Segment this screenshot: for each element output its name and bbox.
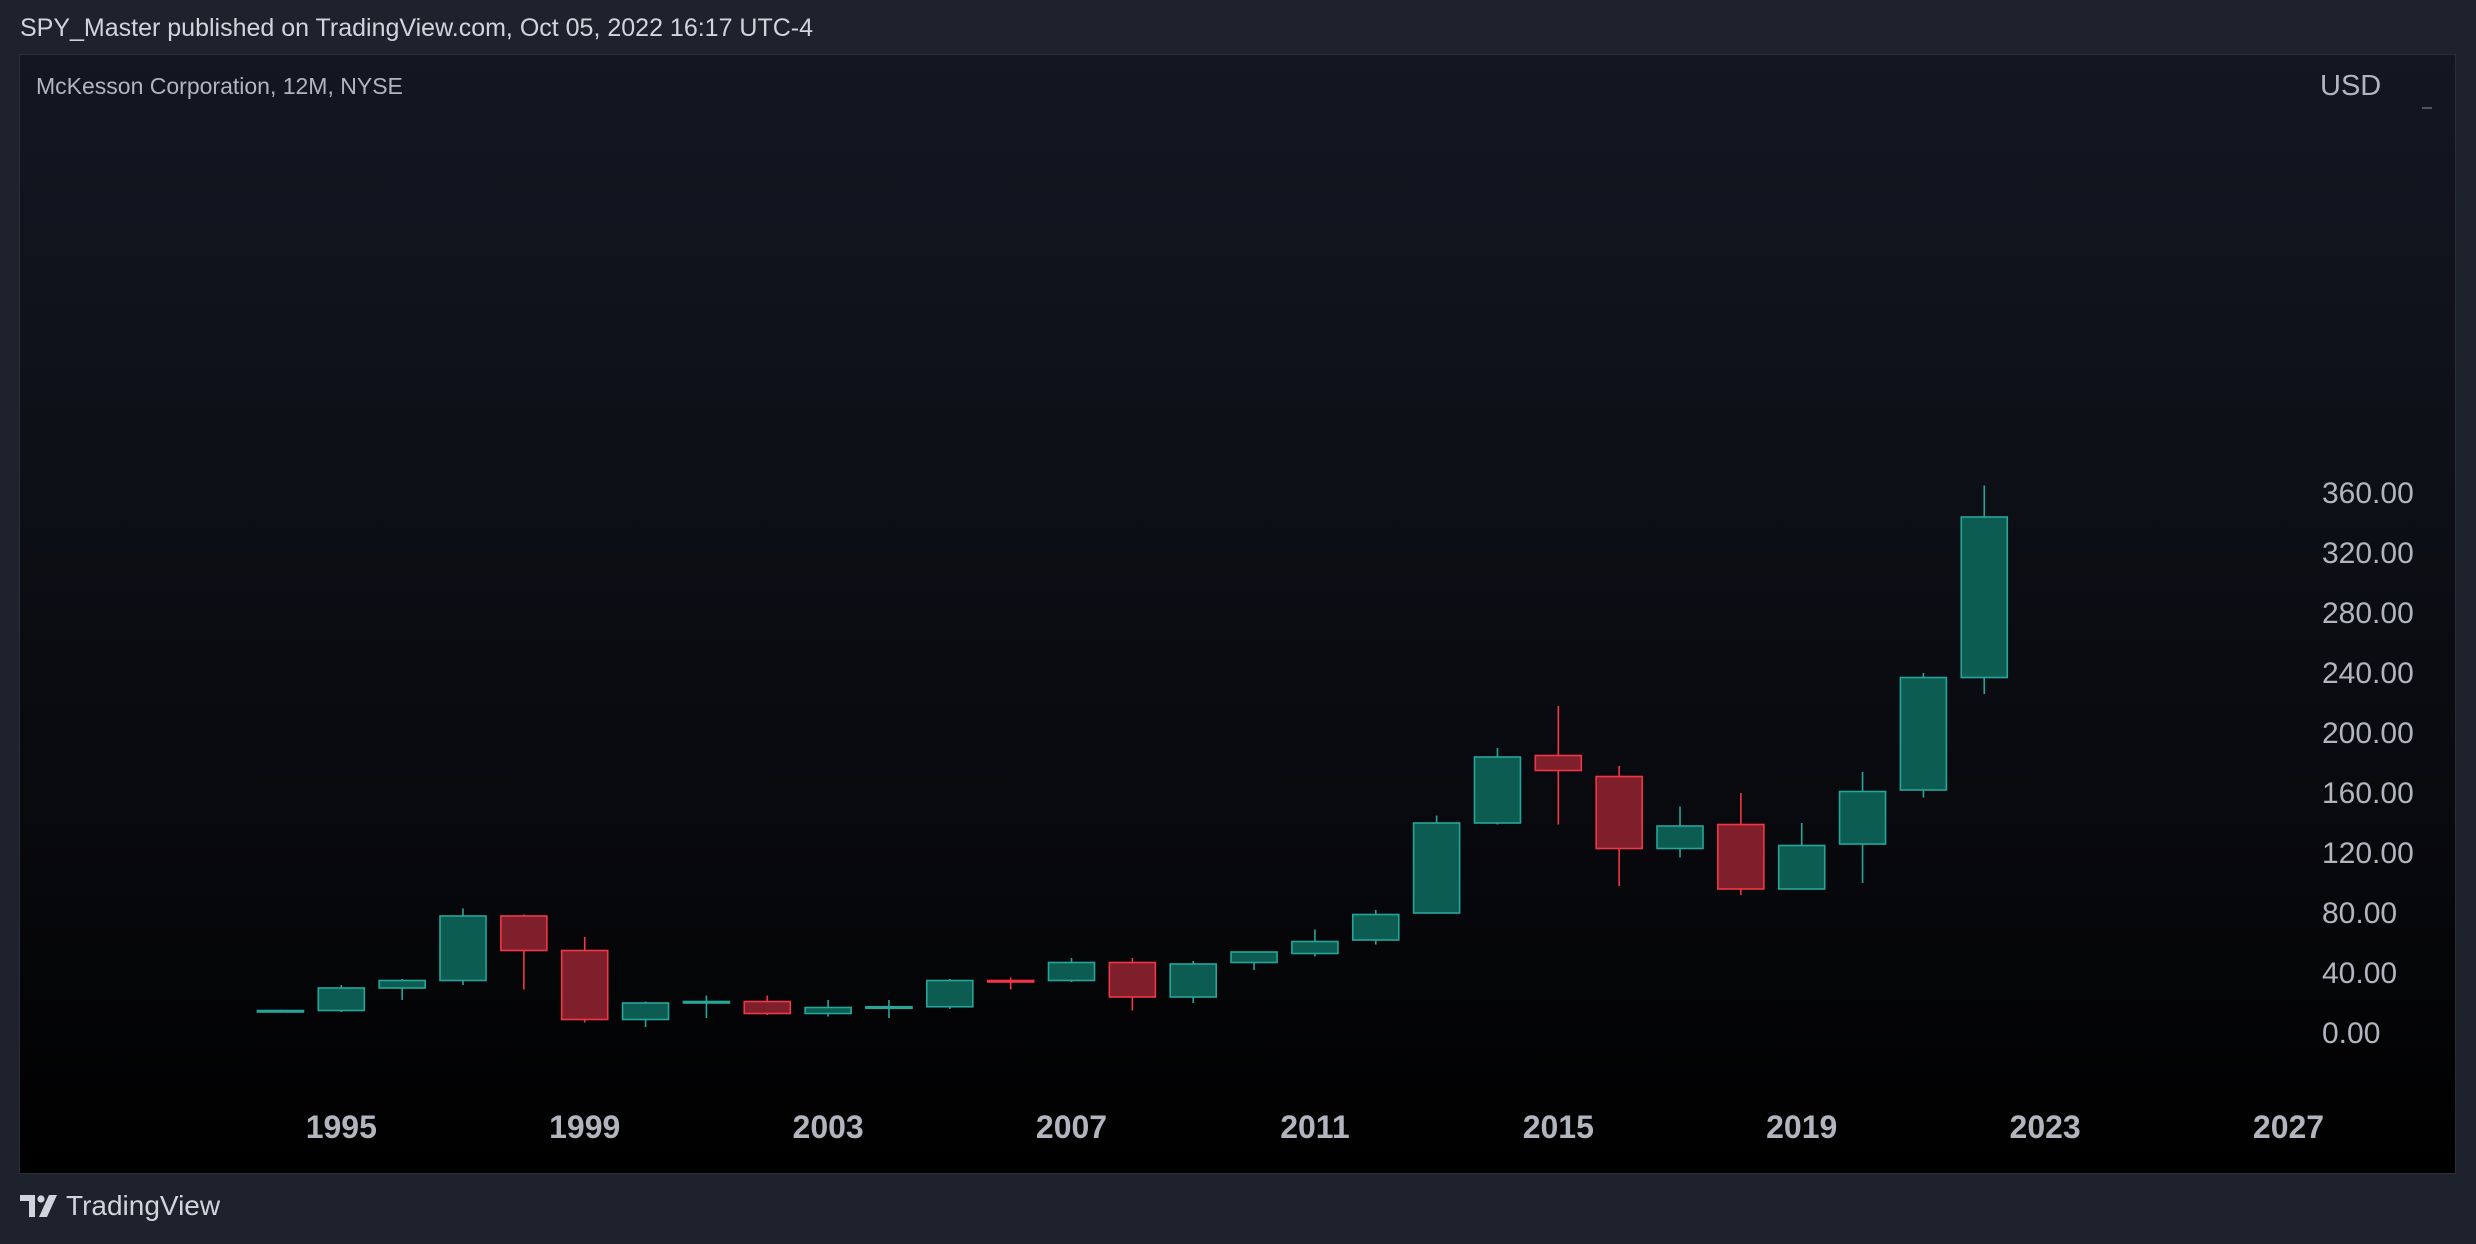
candle-2018[interactable] xyxy=(1717,793,1765,895)
candle-2006[interactable] xyxy=(986,977,1035,990)
price-tick-label: 40.00 xyxy=(2322,957,2397,990)
candle-2002[interactable] xyxy=(743,995,792,1016)
candle-body xyxy=(1351,913,1400,941)
candle-2020[interactable] xyxy=(1838,772,1887,883)
time-tick-label: 2019 xyxy=(1766,1109,1837,1145)
price-tick-label: 160.00 xyxy=(2322,777,2414,810)
time-tick-label: 2015 xyxy=(1523,1109,1594,1145)
candle-1997[interactable] xyxy=(439,908,487,986)
candle-body xyxy=(1108,961,1157,998)
candle-body xyxy=(1777,844,1826,890)
candle-body xyxy=(1899,676,1948,791)
candle-2014[interactable] xyxy=(1473,748,1522,825)
price-axis[interactable]: 0.00 40.00 80.00 120.00 160.00 200.00 240.00 28… xyxy=(2322,477,2414,1050)
tradingview-logo-icon xyxy=(20,1195,57,1217)
candle-body xyxy=(986,979,1035,983)
chart-legend-title: McKesson Corporation, 12M, NYSE xyxy=(36,73,403,99)
candle-2004[interactable] xyxy=(865,1000,913,1018)
candle-body xyxy=(621,1002,670,1021)
candle-1998[interactable] xyxy=(500,914,548,990)
candle-1995[interactable] xyxy=(317,985,366,1012)
candle-body xyxy=(256,1009,305,1013)
price-tick-label: 280.00 xyxy=(2322,597,2414,630)
candle-body xyxy=(743,1000,792,1015)
time-tick-label: 2023 xyxy=(2010,1109,2081,1145)
time-tick-label: 2003 xyxy=(793,1109,864,1145)
candle-body xyxy=(378,979,426,989)
candle-body xyxy=(1169,963,1218,998)
price-tick-label: 240.00 xyxy=(2322,657,2414,690)
candle-2022[interactable] xyxy=(1960,485,2009,695)
candle-2009[interactable] xyxy=(1169,961,1218,1003)
candle-body xyxy=(1534,754,1583,772)
candle-2021[interactable] xyxy=(1899,673,1948,798)
candle-2000[interactable] xyxy=(621,1001,670,1028)
published-info: SPY_Master published on TradingView.com,… xyxy=(20,14,814,42)
candle-2012[interactable] xyxy=(1351,910,1400,945)
price-tick-label: 120.00 xyxy=(2322,837,2414,870)
candle-1996[interactable] xyxy=(378,979,426,1000)
candle-body xyxy=(439,915,487,982)
candle-body xyxy=(1412,822,1461,914)
candle-1999[interactable] xyxy=(560,937,609,1023)
footer-brand[interactable]: TradingView xyxy=(20,1190,220,1222)
candle-2005[interactable] xyxy=(926,979,974,1009)
candle-2010[interactable] xyxy=(1230,951,1278,970)
candle-2017[interactable] xyxy=(1656,806,1704,858)
candle-body xyxy=(804,1006,852,1015)
candle-body xyxy=(1230,951,1278,964)
currency-label[interactable]: USD xyxy=(2320,70,2381,102)
time-tick-label: 2027 xyxy=(2253,1109,2324,1145)
footer-brand-label: TradingView xyxy=(66,1190,221,1221)
candle-body xyxy=(926,979,974,1008)
time-tick-label: 2011 xyxy=(1280,1109,1349,1145)
candle-body xyxy=(1047,961,1096,982)
candle-2019[interactable] xyxy=(1777,823,1826,890)
candle-2008[interactable] xyxy=(1108,958,1157,1011)
candle-body xyxy=(1838,790,1887,845)
candle-1994[interactable] xyxy=(256,1009,305,1013)
candle-body xyxy=(1291,940,1339,955)
candle-body xyxy=(560,949,609,1021)
time-axis[interactable]: 1995 1999 2003 2007 2011 2015 2019 2023 2027 xyxy=(306,1109,2324,1145)
candle-2007[interactable] xyxy=(1047,958,1096,982)
price-tick-label: 360.00 xyxy=(2322,477,2414,510)
candle-body xyxy=(1595,775,1643,850)
candle-2015[interactable] xyxy=(1534,706,1583,825)
candle-2013[interactable] xyxy=(1412,815,1461,914)
candle-2003[interactable] xyxy=(804,1000,852,1017)
candle-body xyxy=(1717,823,1765,890)
time-tick-label: 1995 xyxy=(306,1109,377,1145)
time-tick-label: 1999 xyxy=(549,1109,620,1145)
candle-body xyxy=(1473,756,1522,824)
candle-2001[interactable] xyxy=(682,995,731,1019)
candle-2011[interactable] xyxy=(1291,929,1339,957)
candle-body xyxy=(682,1000,731,1004)
price-tick-label: 200.00 xyxy=(2322,717,2414,750)
candle-body xyxy=(1656,825,1704,850)
time-tick-label: 2007 xyxy=(1036,1109,1107,1145)
chart-panel[interactable]: McKesson Corporation, 12M, NYSE USD 0.00… xyxy=(19,54,2456,1174)
candle-body xyxy=(500,915,548,952)
price-tick-label: 80.00 xyxy=(2322,897,2397,930)
candle-body xyxy=(865,1005,913,1010)
candlestick-chart[interactable]: McKesson Corporation, 12M, NYSE USD 0.00… xyxy=(20,55,2455,1173)
price-tick-label: 320.00 xyxy=(2322,537,2414,570)
candles-layer xyxy=(256,485,2009,1028)
candle-body xyxy=(317,987,366,1012)
candle-body xyxy=(1960,516,2009,679)
price-tick-label: 0.00 xyxy=(2322,1017,2380,1050)
candle-2016[interactable] xyxy=(1595,766,1643,886)
